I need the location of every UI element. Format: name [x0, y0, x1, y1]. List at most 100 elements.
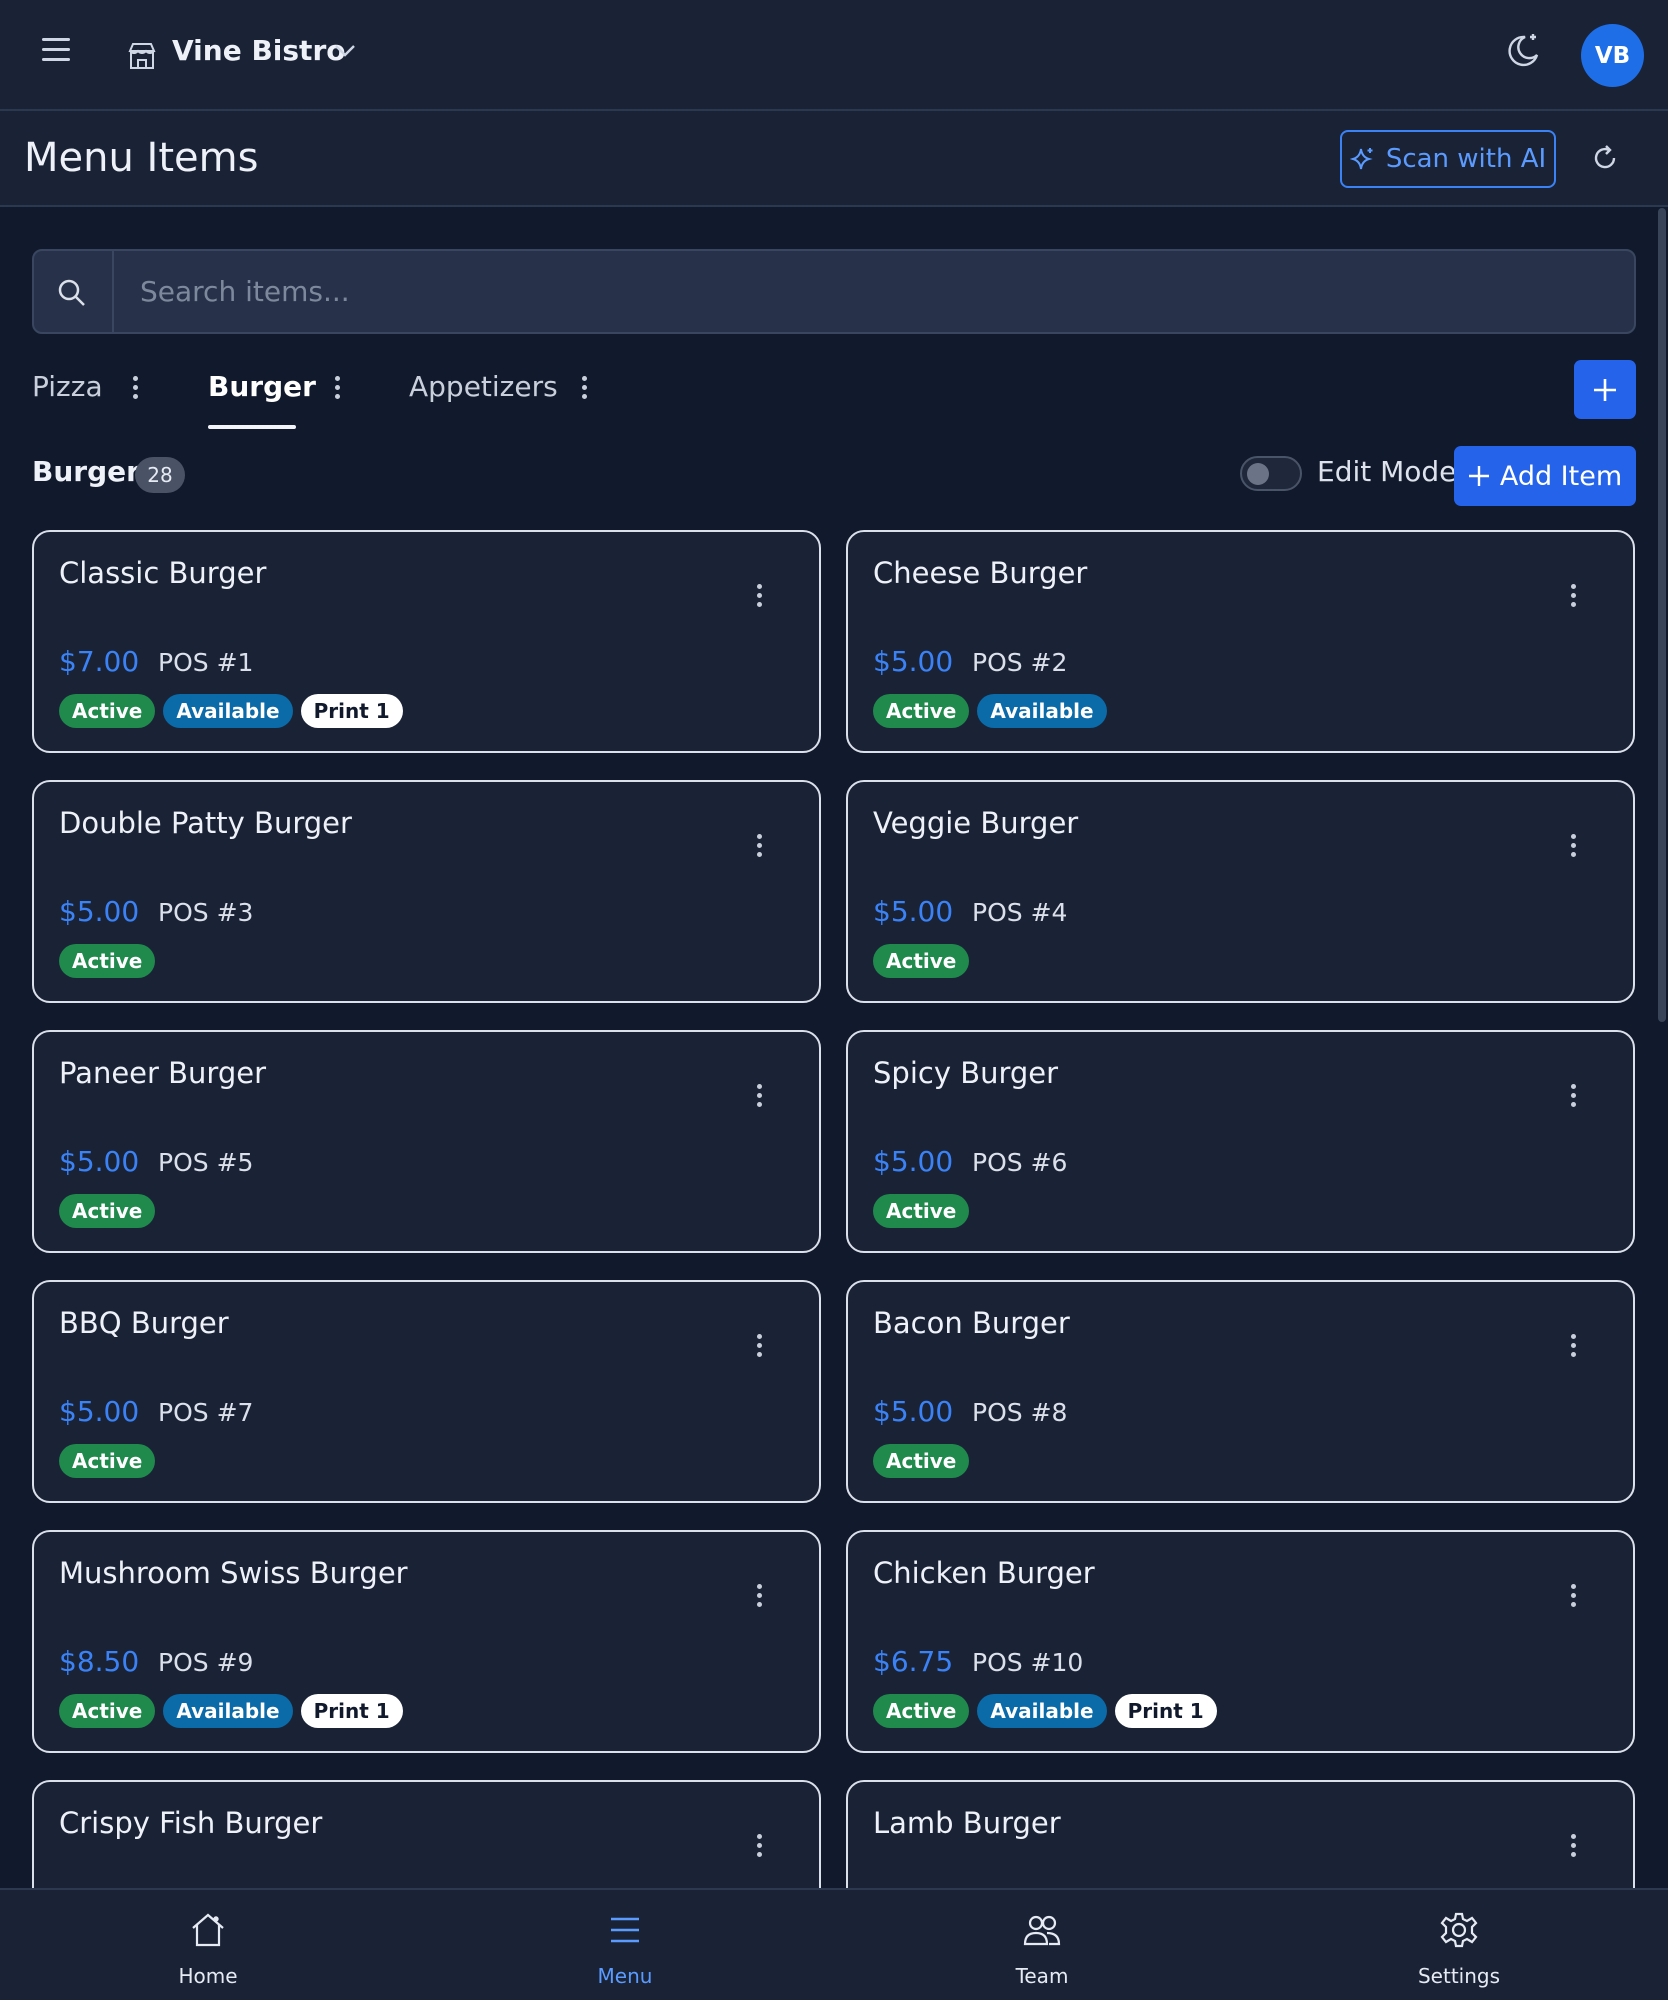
search-input[interactable] — [116, 251, 1632, 332]
item-name: Lamb Burger — [873, 1806, 1061, 1840]
search-box — [32, 249, 1636, 334]
menu-item-card[interactable]: Mushroom Swiss Burger $8.50 POS #9 Active Av… — [32, 1530, 821, 1753]
menu-item-card[interactable]: Cheese Burger $5.00 POS #2 Active Available — [846, 530, 1635, 753]
item-options-kebab-icon[interactable] — [754, 834, 764, 860]
item-price: $6.75 — [873, 1645, 954, 1678]
menu-item-card[interactable]: Double Patty Burger $5.00 POS #3 Active — [32, 780, 821, 1003]
available-badge: Available — [163, 694, 293, 728]
item-name: Double Patty Burger — [59, 806, 352, 840]
nav-settings[interactable]: Settings — [1359, 1890, 1559, 2000]
menu-icon — [611, 1917, 639, 1943]
item-badges: Active — [59, 1444, 156, 1478]
item-pos-number: POS #8 — [972, 1398, 1068, 1427]
menu-item-card[interactable]: BBQ Burger $5.00 POS #7 Active — [32, 1280, 821, 1503]
item-options-kebab-icon[interactable] — [1568, 1334, 1578, 1360]
item-options-kebab-icon[interactable] — [754, 584, 764, 610]
item-price: $5.00 — [873, 1395, 954, 1428]
item-options-kebab-icon[interactable] — [754, 1084, 764, 1110]
item-pos-number: POS #6 — [972, 1148, 1068, 1177]
item-badges: Active — [59, 1194, 156, 1228]
item-badges: Active Available Print 1 — [59, 1694, 403, 1728]
chevron-down-icon[interactable] — [332, 40, 358, 60]
print-badge: Print 1 — [1114, 1694, 1217, 1728]
toggle-knob — [1247, 463, 1269, 485]
item-name: Spicy Burger — [873, 1056, 1059, 1090]
active-badge: Active — [873, 694, 970, 728]
tab-burger[interactable]: Burger — [208, 370, 316, 403]
available-badge: Available — [977, 1694, 1107, 1728]
search-icon — [58, 279, 85, 306]
burger-options-kebab-icon[interactable] — [332, 376, 342, 402]
nav-team-label: Team — [1015, 1964, 1069, 1988]
menu-item-card[interactable]: Classic Burger $7.00 POS #1 Active Available… — [32, 530, 821, 753]
item-name: Paneer Burger — [59, 1056, 267, 1090]
add-category-button[interactable] — [1574, 360, 1636, 419]
item-price: $5.00 — [59, 1395, 140, 1428]
item-options-kebab-icon[interactable] — [1568, 584, 1578, 610]
item-count-badge: 28 — [135, 457, 185, 493]
item-options-kebab-icon[interactable] — [754, 1834, 764, 1860]
item-badges: Active — [873, 1444, 970, 1478]
item-name: BBQ Burger — [59, 1306, 229, 1340]
tab-pizza[interactable]: Pizza — [32, 370, 103, 403]
item-price: $5.00 — [873, 645, 954, 678]
hamburger-menu-icon[interactable] — [42, 38, 70, 62]
scan-with-ai-button[interactable]: Scan with AI — [1340, 130, 1556, 188]
menu-item-card[interactable]: Lamb Burger — [846, 1780, 1635, 1888]
edit-mode-label: Edit Mode — [1317, 455, 1457, 488]
active-badge: Active — [873, 1444, 970, 1478]
item-pos-number: POS #3 — [158, 898, 254, 927]
item-price: $8.50 — [59, 1645, 140, 1678]
search-divider — [112, 251, 114, 332]
active-badge: Active — [873, 1194, 970, 1228]
nav-settings-label: Settings — [1417, 1964, 1501, 1988]
menu-item-card[interactable]: Paneer Burger $5.00 POS #5 Active — [32, 1030, 821, 1253]
plus-icon — [1594, 378, 1616, 401]
menu-item-card[interactable]: Spicy Burger $5.00 POS #6 Active — [846, 1030, 1635, 1253]
nav-menu[interactable]: Menu — [525, 1890, 725, 2000]
store-name[interactable]: Vine Bistro — [172, 34, 345, 67]
item-options-kebab-icon[interactable] — [1568, 1084, 1578, 1110]
menu-item-card[interactable]: Bacon Burger $5.00 POS #8 Active — [846, 1280, 1635, 1503]
appetizers-options-kebab-icon[interactable] — [579, 376, 589, 402]
print-badge: Print 1 — [300, 694, 403, 728]
tab-appetizers[interactable]: Appetizers — [409, 370, 558, 403]
active-tab-indicator — [208, 425, 296, 429]
item-price: $5.00 — [59, 895, 140, 928]
active-badge: Active — [59, 1194, 156, 1228]
pizza-options-kebab-icon[interactable] — [130, 376, 140, 402]
available-badge: Available — [977, 694, 1107, 728]
item-pos-number: POS #9 — [158, 1648, 254, 1677]
item-name: Mushroom Swiss Burger — [59, 1556, 408, 1590]
item-options-kebab-icon[interactable] — [1568, 1584, 1578, 1610]
menu-item-card[interactable]: Crispy Fish Burger — [32, 1780, 821, 1888]
nav-home[interactable]: Home — [108, 1890, 308, 2000]
item-pos-number: POS #1 — [158, 648, 254, 677]
edit-mode-toggle[interactable] — [1240, 456, 1302, 491]
item-options-kebab-icon[interactable] — [1568, 1834, 1578, 1860]
menu-item-card[interactable]: Chicken Burger $6.75 POS #10 Active Availabl… — [846, 1530, 1635, 1753]
refresh-icon[interactable] — [1590, 143, 1620, 173]
item-pos-number: POS #2 — [972, 648, 1068, 677]
print-badge: Print 1 — [300, 1694, 403, 1728]
user-avatar[interactable]: VB — [1581, 24, 1644, 87]
item-badges: Active — [873, 944, 970, 978]
item-name: Classic Burger — [59, 556, 267, 590]
item-badges: Active — [59, 944, 156, 978]
dark-mode-moon-icon[interactable] — [1503, 30, 1543, 70]
active-badge: Active — [59, 694, 156, 728]
nav-team[interactable]: Team — [942, 1890, 1142, 2000]
item-options-kebab-icon[interactable] — [754, 1584, 764, 1610]
item-options-kebab-icon[interactable] — [754, 1334, 764, 1360]
store-icon — [128, 43, 156, 69]
item-price: $7.00 — [59, 645, 140, 678]
item-price: $5.00 — [873, 1145, 954, 1178]
section-title: Burger — [32, 455, 140, 488]
nav-menu-label: Menu — [597, 1964, 653, 1988]
active-badge: Active — [59, 1444, 156, 1478]
item-name: Chicken Burger — [873, 1556, 1095, 1590]
active-badge: Active — [59, 1694, 156, 1728]
item-options-kebab-icon[interactable] — [1568, 834, 1578, 860]
add-item-button[interactable]: Add Item — [1454, 446, 1636, 506]
menu-item-card[interactable]: Veggie Burger $5.00 POS #4 Active — [846, 780, 1635, 1003]
